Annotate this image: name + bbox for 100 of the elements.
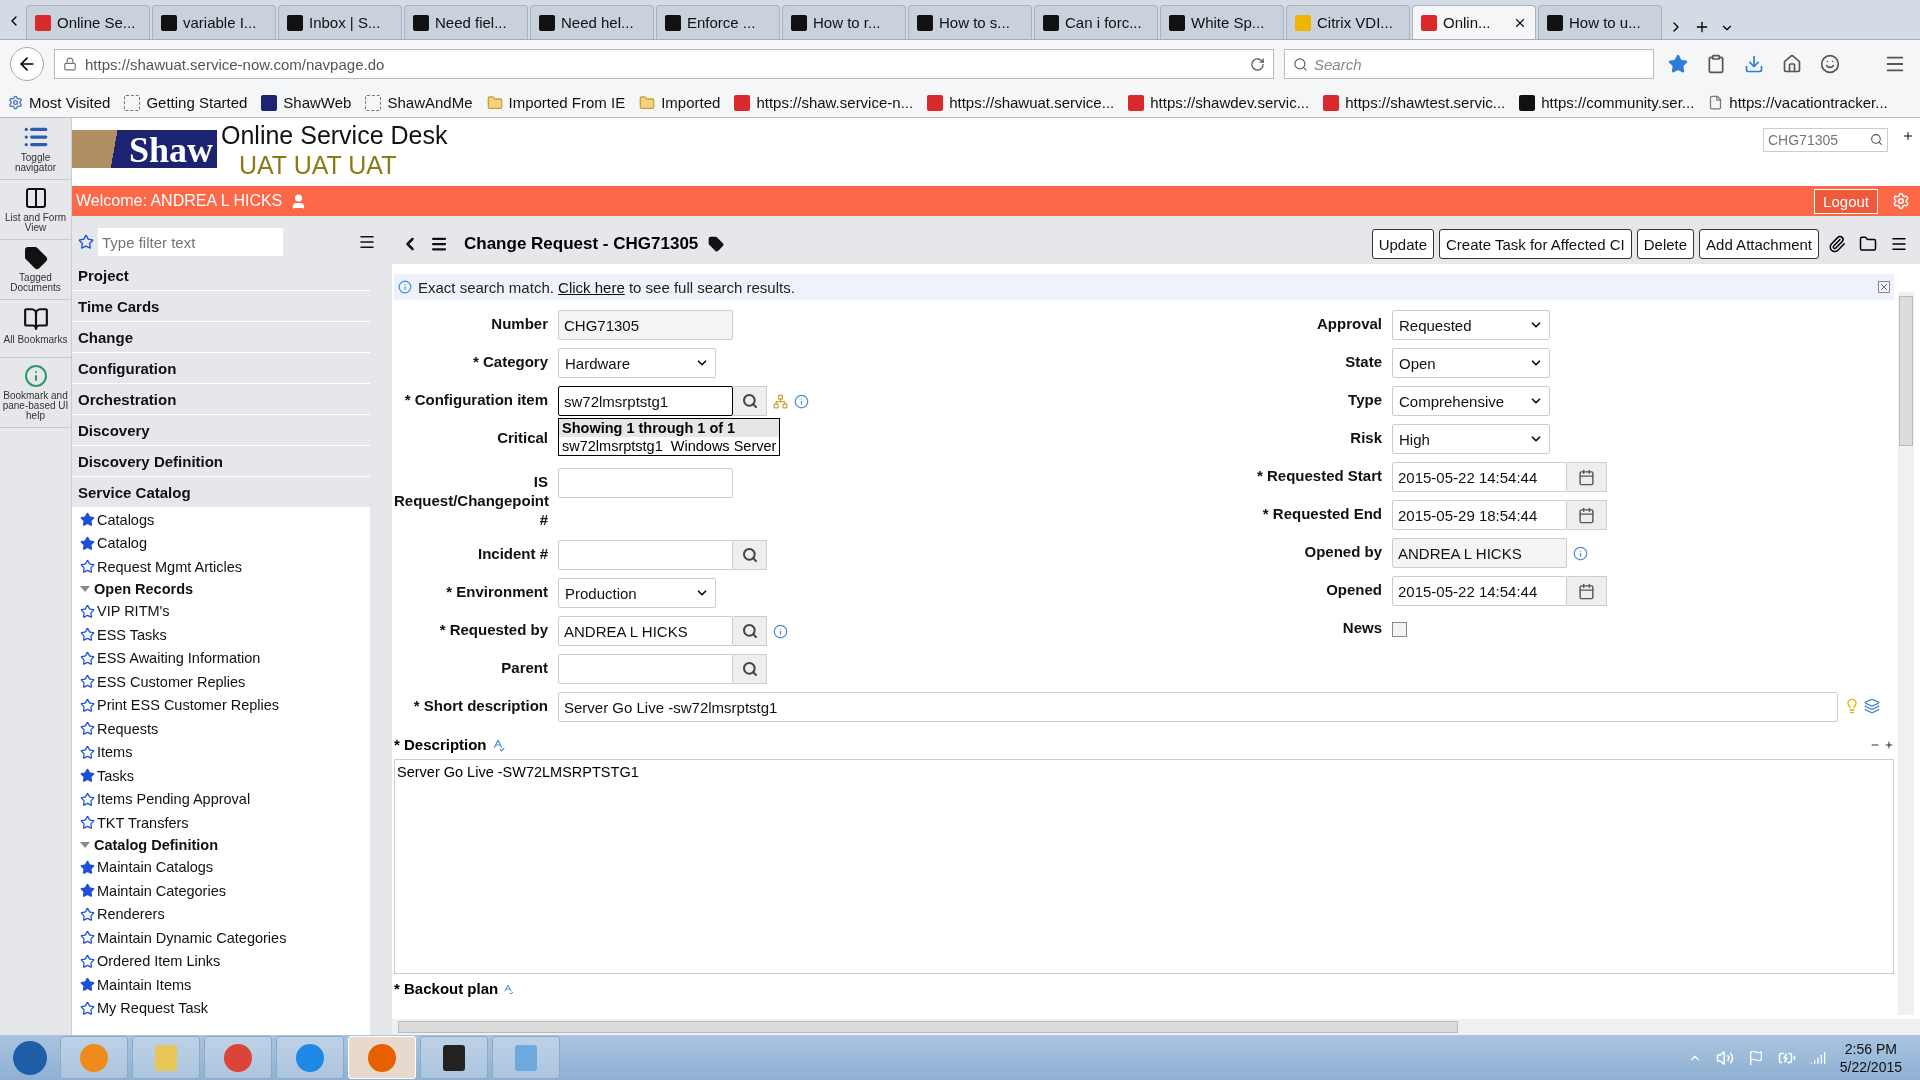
autocomplete-option[interactable]: sw72lmsrptstg1 Windows Server — [559, 437, 780, 455]
search-button[interactable] — [733, 654, 767, 684]
star-filled-icon[interactable] — [80, 512, 95, 528]
reload-icon[interactable] — [1250, 56, 1265, 72]
url-field[interactable]: https://shawuat.service-now.com/navpage.do — [54, 49, 1274, 79]
expand-icon[interactable] — [1884, 739, 1894, 750]
nav-link[interactable]: Tasks — [72, 764, 370, 788]
search-results-link[interactable]: Click here — [558, 278, 625, 296]
form-button[interactable]: Delete — [1636, 229, 1695, 259]
horizontal-scrollbar[interactable] — [392, 1019, 1920, 1035]
star-filled-icon[interactable] — [80, 535, 95, 551]
browser-tab[interactable]: Onlin... — [1412, 5, 1536, 39]
form-button[interactable]: Update — [1371, 229, 1434, 259]
browser-tab[interactable]: Citrix VDI... — [1286, 5, 1410, 39]
search-button[interactable] — [733, 386, 767, 416]
browser-tab[interactable]: White Sp... — [1160, 5, 1284, 39]
nav-module[interactable]: Change — [72, 322, 370, 353]
bookmark-link[interactable]: https://shaw.service-n... — [734, 94, 914, 111]
date-field[interactable]: 2015-05-22 14:54:44 — [1392, 576, 1567, 606]
search-button[interactable] — [733, 540, 767, 570]
bookmark-link[interactable]: https://shawdev.servic... — [1128, 94, 1310, 111]
nav-link[interactable]: Catalogs — [72, 508, 370, 532]
select-field[interactable]: Open — [1392, 348, 1550, 378]
date-field[interactable]: 2015-05-22 14:54:44 — [1392, 462, 1567, 492]
tool-button[interactable]: Tagged Documents — [0, 240, 71, 300]
back-button[interactable] — [10, 47, 44, 81]
input-field[interactable] — [558, 540, 733, 570]
nav-link[interactable]: ESS Awaiting Information — [72, 646, 370, 670]
search-field[interactable]: Search — [1284, 49, 1654, 79]
tool-button[interactable]: Toggle navigator — [0, 118, 71, 180]
checkbox[interactable] — [1392, 622, 1407, 637]
star-outline-icon[interactable] — [80, 744, 95, 760]
nav-module[interactable]: Project — [72, 260, 370, 291]
nav-module[interactable]: Service Catalog — [72, 477, 370, 508]
vertical-scrollbar[interactable] — [1898, 292, 1914, 1015]
input-field[interactable] — [558, 654, 733, 684]
input-field[interactable]: sw72lmsrptstg1 — [558, 386, 733, 416]
browser-tab[interactable]: variable I... — [152, 5, 276, 39]
nav-link[interactable]: TKT Transfers — [72, 811, 370, 835]
input-field[interactable] — [558, 468, 733, 498]
nav-link[interactable]: VIP RITM's — [72, 599, 370, 623]
taskbar-app[interactable] — [420, 1036, 488, 1079]
star-outline-icon[interactable] — [80, 603, 95, 619]
calendar-button[interactable] — [1567, 462, 1607, 492]
info-card-icon[interactable] — [794, 394, 809, 409]
nav-link[interactable]: Request Mgmt Articles — [72, 555, 370, 579]
star-outline-icon[interactable] — [80, 953, 95, 969]
settings-icon[interactable] — [1892, 192, 1910, 210]
select-field[interactable]: Comprehensive — [1392, 386, 1550, 416]
nav-module[interactable]: Discovery Definition — [72, 446, 370, 477]
spellcheck-icon[interactable] — [502, 982, 515, 995]
star-outline-icon[interactable] — [80, 1000, 95, 1016]
browser-tab[interactable]: Inbox | S... — [278, 5, 402, 39]
nav-link[interactable]: Maintain Dynamic Categories — [72, 926, 370, 950]
browser-tab[interactable]: Online Se... — [26, 5, 150, 39]
clock[interactable]: 2:56 PM 5/22/2015 — [1839, 1039, 1902, 1076]
bookmark-link[interactable]: https://shawtest.servic... — [1323, 94, 1506, 111]
select-field[interactable]: Production — [558, 578, 716, 608]
global-search-field[interactable]: CHG71305 — [1763, 128, 1888, 152]
nav-link[interactable]: Ordered Item Links — [72, 949, 370, 973]
nav-link[interactable]: Renderers — [72, 902, 370, 926]
info-card-icon[interactable] — [773, 624, 788, 639]
star-outline-icon[interactable] — [80, 721, 95, 737]
star-outline-icon[interactable] — [80, 650, 95, 666]
nav-group[interactable]: Catalog Definition — [72, 834, 370, 856]
star-outline-icon[interactable] — [80, 815, 95, 831]
nav-link[interactable]: Maintain Items — [72, 973, 370, 997]
star-outline-icon[interactable] — [80, 627, 95, 643]
calendar-button[interactable] — [1567, 500, 1607, 530]
nav-link[interactable]: Items Pending Approval — [72, 787, 370, 811]
browser-tab[interactable]: How to r... — [782, 5, 906, 39]
browser-tab[interactable]: How to s... — [908, 5, 1032, 39]
star-filled-icon[interactable] — [80, 977, 95, 993]
description-textarea[interactable]: Server Go Live -SW72LMSRPTSTG1 — [394, 759, 1894, 974]
nav-link[interactable]: Maintain Categories — [72, 879, 370, 903]
star-outline-icon[interactable] — [80, 930, 95, 946]
form-button[interactable]: Add Attachment — [1699, 229, 1819, 259]
info-card-icon[interactable] — [1573, 546, 1588, 561]
bookmark-link[interactable]: ShawAndMe — [365, 94, 473, 111]
stack-icon[interactable] — [1864, 698, 1880, 714]
nav-link[interactable]: ESS Customer Replies — [72, 670, 370, 694]
star-outline-icon[interactable] — [80, 697, 95, 713]
star-outline-icon[interactable] — [80, 674, 95, 690]
input-field[interactable]: ANDREA L HICKS — [558, 616, 733, 646]
nav-group[interactable]: Open Records — [72, 578, 370, 600]
browser-tab[interactable]: How to u... — [1538, 5, 1662, 39]
bookmark-link[interactable]: Imported From IE — [486, 94, 626, 111]
star-filled-icon[interactable] — [80, 859, 95, 875]
date-field[interactable]: 2015-05-29 18:54:44 — [1392, 500, 1567, 530]
browser-tab[interactable]: Enforce ... — [656, 5, 780, 39]
star-outline-icon[interactable] — [80, 906, 95, 922]
menu-icon[interactable] — [430, 235, 448, 253]
search-button[interactable] — [733, 616, 767, 646]
bookmark-link[interactable]: https://community.ser... — [1519, 94, 1695, 111]
input-field[interactable]: Server Go Live -sw72lmsrptstg1 — [558, 692, 1838, 722]
nav-link[interactable]: Print ESS Customer Replies — [72, 693, 370, 717]
bookmark-link[interactable]: https://vacationtracker... — [1708, 94, 1888, 111]
tool-button[interactable]: Bookmark and pane-based UI help — [0, 358, 71, 428]
expand-icon[interactable] — [1902, 130, 1914, 142]
form-button[interactable]: Create Task for Affected CI — [1439, 229, 1632, 259]
